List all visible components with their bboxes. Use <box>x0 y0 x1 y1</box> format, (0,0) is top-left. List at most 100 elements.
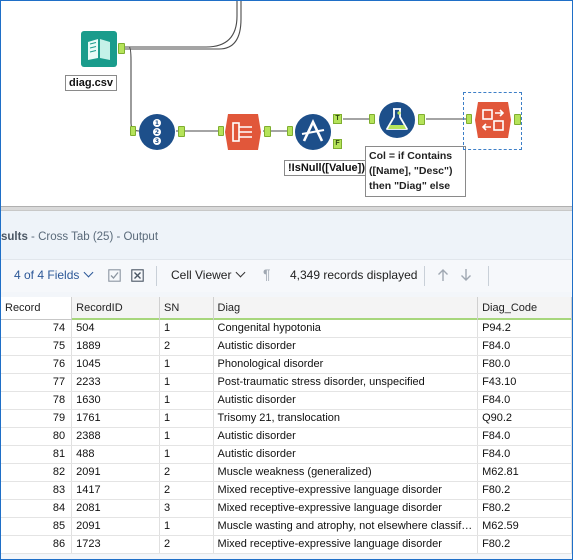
arrow-down-icon[interactable] <box>460 268 472 282</box>
table-row[interactable]: 76 1045 1 Phonological disorder F80.0 <box>1 355 572 374</box>
sn-cell[interactable]: 2 <box>159 463 214 482</box>
recordid-cell[interactable]: 2091 <box>71 517 161 536</box>
diag-cell[interactable]: Muscle wasting and atrophy, not elsewher… <box>213 517 479 536</box>
table-row[interactable]: 75 1889 2 Autistic disorder F84.0 <box>1 337 572 356</box>
diag-code-cell[interactable]: F43.10 <box>477 373 572 392</box>
diag-cell[interactable]: Post-traumatic stress disorder, unspecif… <box>213 373 479 392</box>
column-header-record[interactable]: Record <box>1 297 73 320</box>
diag-cell[interactable]: Muscle weakness (generalized) <box>213 463 479 482</box>
filter-tool[interactable] <box>294 113 332 151</box>
filter-input-anchor[interactable] <box>287 126 293 136</box>
diag-code-cell[interactable]: F84.0 <box>477 337 572 356</box>
diag-cell[interactable]: Autistic disorder <box>213 391 479 410</box>
filter-false-anchor[interactable]: F <box>333 139 342 149</box>
column-header-diag[interactable]: Diag <box>213 297 479 320</box>
sn-cell[interactable]: 1 <box>159 355 214 374</box>
checkbox-edit-icon[interactable] <box>108 269 121 282</box>
input-output-anchor[interactable] <box>118 43 125 54</box>
diag-code-cell[interactable]: F84.0 <box>477 445 572 464</box>
record-id-tool[interactable]: 1 2 3 <box>138 113 176 151</box>
row-number-cell[interactable]: 80 <box>1 427 73 446</box>
cross-tab-output-anchor[interactable] <box>514 114 521 125</box>
diag-code-cell[interactable]: F84.0 <box>477 391 572 410</box>
diag-code-cell[interactable]: M62.59 <box>477 517 572 536</box>
diag-cell[interactable]: Trisomy 21, translocation <box>213 409 479 428</box>
recordid-cell[interactable]: 488 <box>71 445 161 464</box>
recordid-cell[interactable]: 1889 <box>71 337 161 356</box>
diag-code-cell[interactable]: F80.0 <box>477 355 572 374</box>
transpose-tool[interactable] <box>224 113 262 151</box>
diag-cell[interactable]: Mixed receptive-expressive language diso… <box>213 481 479 500</box>
sn-cell[interactable]: 1 <box>159 517 214 536</box>
table-row[interactable]: 79 1761 1 Trisomy 21, translocation Q90.2 <box>1 409 572 428</box>
formula-tool[interactable] <box>378 101 416 139</box>
cross-tab-tool[interactable] <box>474 101 512 139</box>
diag-cell[interactable]: Phonological disorder <box>213 355 479 374</box>
column-header-recordid[interactable]: RecordID <box>71 297 161 320</box>
table-row[interactable]: 86 1723 2 Mixed receptive-expressive langua… <box>1 535 572 554</box>
row-number-cell[interactable]: 78 <box>1 391 73 410</box>
transpose-output-anchor[interactable] <box>264 126 271 137</box>
arrow-up-icon[interactable] <box>437 268 449 282</box>
diag-code-cell[interactable]: Q90.2 <box>477 409 572 428</box>
formula-output-anchor[interactable] <box>418 114 425 125</box>
diag-code-cell[interactable]: F84.0 <box>477 427 572 446</box>
table-row[interactable]: 74 504 1 Congenital hypotonia P94.2 <box>1 319 572 338</box>
cell-viewer-dropdown[interactable]: Cell Viewer <box>171 267 246 282</box>
sn-cell[interactable]: 2 <box>159 337 214 356</box>
sn-cell[interactable]: 1 <box>159 373 214 392</box>
diag-code-cell[interactable]: F80.2 <box>477 535 572 554</box>
sn-cell[interactable]: 2 <box>159 481 214 500</box>
table-row[interactable]: 78 1630 1 Autistic disorder F84.0 <box>1 391 572 410</box>
diag-code-cell[interactable]: M62.81 <box>477 463 572 482</box>
input-tool[interactable] <box>80 30 118 68</box>
table-row[interactable]: 80 2388 1 Autistic disorder F84.0 <box>1 427 572 446</box>
record-id-input-anchor[interactable] <box>130 126 136 136</box>
recordid-cell[interactable]: 2388 <box>71 427 161 446</box>
recordid-cell[interactable]: 1761 <box>71 409 161 428</box>
filter-true-anchor[interactable]: T <box>333 114 342 124</box>
results-grid[interactable]: Record RecordID SN Diag Diag_Code 74 504 1… <box>1 297 572 554</box>
sn-cell[interactable]: 1 <box>159 445 214 464</box>
recordid-cell[interactable]: 1723 <box>71 535 161 554</box>
diag-cell[interactable]: Mixed receptive-expressive language diso… <box>213 535 479 554</box>
table-row[interactable]: 83 1417 2 Mixed receptive-expressive langua… <box>1 481 572 500</box>
column-header-diag-code[interactable]: Diag_Code <box>477 297 572 320</box>
table-row[interactable]: 84 2081 3 Mixed receptive-expressive langua… <box>1 499 572 518</box>
pilcrow-icon[interactable]: ¶ <box>263 266 271 282</box>
recordid-cell[interactable]: 2091 <box>71 463 161 482</box>
column-header-sn[interactable]: SN <box>159 297 214 320</box>
diag-cell[interactable]: Autistic disorder <box>213 427 479 446</box>
sn-cell[interactable]: 3 <box>159 499 214 518</box>
row-number-cell[interactable]: 74 <box>1 319 73 338</box>
record-id-output-anchor[interactable] <box>178 126 185 137</box>
row-number-cell[interactable]: 81 <box>1 445 73 464</box>
sn-cell[interactable]: 1 <box>159 391 214 410</box>
diag-cell[interactable]: Autistic disorder <box>213 337 479 356</box>
table-row[interactable]: 77 2233 1 Post-traumatic stress disorder, u… <box>1 373 572 392</box>
row-number-cell[interactable]: 83 <box>1 481 73 500</box>
sn-cell[interactable]: 1 <box>159 409 214 428</box>
row-number-cell[interactable]: 84 <box>1 499 73 518</box>
recordid-cell[interactable]: 2233 <box>71 373 161 392</box>
row-number-cell[interactable]: 77 <box>1 373 73 392</box>
close-box-icon[interactable] <box>131 269 144 282</box>
diag-code-cell[interactable]: F80.2 <box>477 481 572 500</box>
diag-cell[interactable]: Congenital hypotonia <box>213 319 479 338</box>
formula-input-anchor[interactable] <box>369 114 375 124</box>
recordid-cell[interactable]: 2081 <box>71 499 161 518</box>
diag-cell[interactable]: Mixed receptive-expressive language diso… <box>213 499 479 518</box>
table-row[interactable]: 82 2091 2 Muscle weakness (generalized) M62.… <box>1 463 572 482</box>
cross-tab-input-anchor[interactable] <box>466 114 472 124</box>
row-number-cell[interactable]: 86 <box>1 535 73 554</box>
diag-cell[interactable]: Autistic disorder <box>213 445 479 464</box>
table-row[interactable]: 85 2091 1 Muscle wasting and atrophy, not e… <box>1 517 572 536</box>
row-number-cell[interactable]: 76 <box>1 355 73 374</box>
row-number-cell[interactable]: 85 <box>1 517 73 536</box>
diag-code-cell[interactable]: F80.2 <box>477 499 572 518</box>
row-number-cell[interactable]: 79 <box>1 409 73 428</box>
recordid-cell[interactable]: 1630 <box>71 391 161 410</box>
table-row[interactable]: 81 488 1 Autistic disorder F84.0 <box>1 445 572 464</box>
recordid-cell[interactable]: 1045 <box>71 355 161 374</box>
transpose-input-anchor[interactable] <box>218 126 224 136</box>
